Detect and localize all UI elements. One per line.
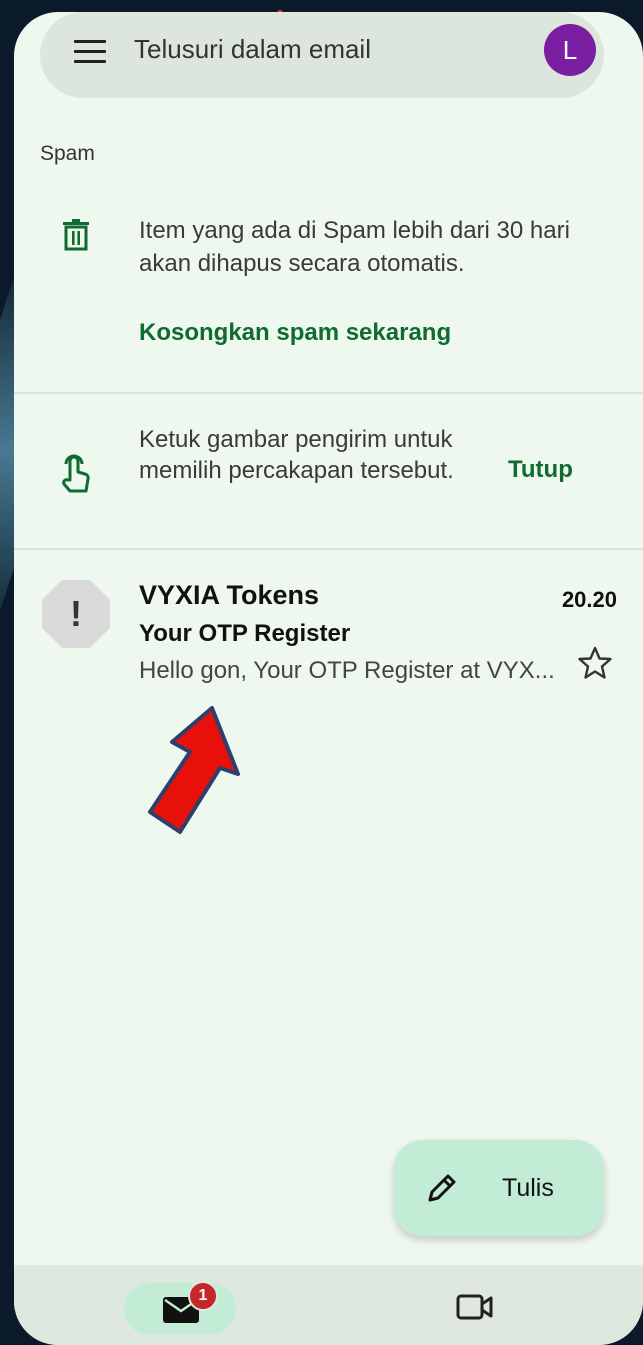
dismiss-tip-button[interactable]: Tutup xyxy=(508,456,573,484)
empty-spam-button[interactable]: Kosongkan spam sekarang xyxy=(139,319,451,347)
hamburger-menu-icon[interactable] xyxy=(74,40,106,64)
search-bar[interactable]: Telusuri dalam email L xyxy=(40,12,604,98)
tip-text: Ketuk gambar pengirim untuk memilih perc… xyxy=(139,426,454,484)
email-list-item[interactable]: ! VYXIA Tokens 20.20 Your OTP Register H… xyxy=(14,564,643,704)
spam-retention-notice: Item yang ada di Spam lebih dari 30 hari… xyxy=(139,217,570,277)
email-snippet: Hello gon, Your OTP Register at VYX... xyxy=(139,657,555,684)
email-time: 20.20 xyxy=(561,587,617,612)
pencil-icon xyxy=(428,1174,456,1202)
annotation-arrow xyxy=(148,706,240,834)
search-placeholder[interactable]: Telusuri dalam email xyxy=(134,34,371,65)
divider xyxy=(14,392,643,394)
compose-button[interactable]: Tulis xyxy=(394,1140,604,1236)
divider xyxy=(14,548,643,550)
unread-badge: 1 xyxy=(188,1281,218,1311)
folder-label: Spam xyxy=(40,142,95,165)
compose-label: Tulis xyxy=(502,1174,554,1202)
bottom-navigation: 1 xyxy=(14,1265,643,1345)
spam-warning-avatar[interactable]: ! xyxy=(40,578,112,650)
email-sender: VYXIA Tokens xyxy=(139,580,320,610)
spam-avatar-glyph: ! xyxy=(70,593,82,634)
gmail-app-screen: Telusuri dalam email L Spam Item yang ad… xyxy=(14,12,643,1345)
account-avatar[interactable]: L xyxy=(544,24,596,76)
nav-mail-tab[interactable]: 1 xyxy=(124,1281,236,1335)
star-icon[interactable] xyxy=(578,646,612,680)
trash-icon xyxy=(63,219,89,251)
video-camera-icon[interactable] xyxy=(456,1293,494,1321)
email-subject: Your OTP Register xyxy=(139,620,351,647)
tap-gesture-icon xyxy=(62,454,90,493)
